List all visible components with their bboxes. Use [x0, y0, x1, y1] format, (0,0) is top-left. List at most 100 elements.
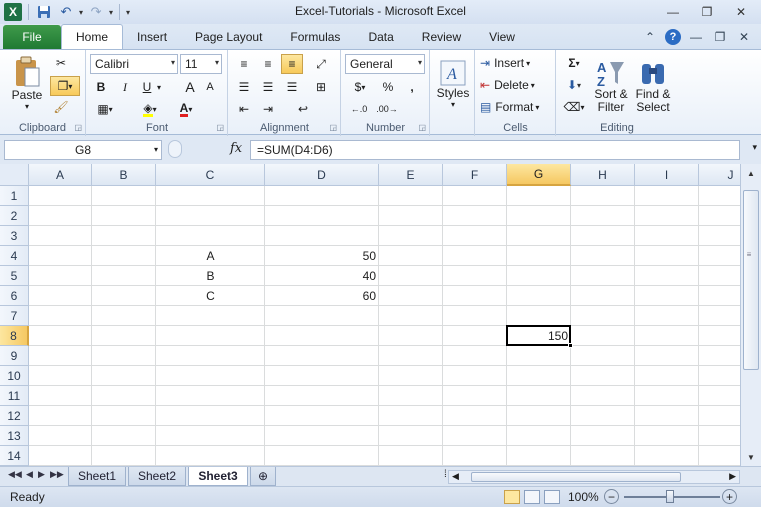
row-header-13[interactable]: 13: [0, 426, 29, 446]
tab-insert[interactable]: Insert: [123, 25, 181, 49]
save-icon[interactable]: [35, 3, 53, 21]
font-launcher-icon[interactable]: ◲: [216, 123, 224, 132]
cell-c6[interactable]: C: [156, 286, 265, 306]
styles-button[interactable]: A Styles ▾: [435, 54, 471, 114]
cell-d4[interactable]: 50: [265, 246, 379, 266]
column-header-c[interactable]: C: [156, 164, 265, 186]
column-header-d[interactable]: D: [265, 164, 379, 186]
copy-button[interactable]: ❐ ▾: [50, 76, 80, 96]
column-header-j[interactable]: J: [699, 164, 740, 186]
sheet-tab-sheet2[interactable]: Sheet2: [128, 467, 186, 486]
vertical-scroll-thumb[interactable]: [743, 190, 759, 370]
redo-icon[interactable]: ↷: [87, 3, 105, 21]
tab-file[interactable]: File: [3, 25, 61, 49]
formula-input[interactable]: =SUM(D4:D6): [250, 140, 740, 160]
column-header-i[interactable]: I: [635, 164, 699, 186]
normal-view-icon[interactable]: [504, 490, 520, 504]
row-header-5[interactable]: 5: [0, 266, 29, 286]
tab-split-handle[interactable]: ⁞: [444, 469, 447, 480]
merge-center-icon[interactable]: ⊞: [307, 78, 335, 96]
cell-d5[interactable]: 40: [265, 266, 379, 286]
autosum-button[interactable]: Σ ▾: [561, 54, 587, 72]
row-header-6[interactable]: 6: [0, 286, 29, 306]
wrap-text-icon[interactable]: ↩: [289, 100, 317, 118]
insert-worksheet-icon[interactable]: ⊕: [250, 467, 276, 486]
column-header-f[interactable]: F: [443, 164, 507, 186]
sheet-tab-sheet1[interactable]: Sheet1: [68, 467, 126, 486]
number-format-dropdown-icon[interactable]: ▾: [418, 58, 422, 67]
decrease-indent-icon[interactable]: ⇤: [233, 100, 255, 118]
font-size-combo[interactable]: 11 ▾: [180, 54, 222, 74]
paste-button[interactable]: Paste ▾: [6, 54, 48, 112]
tab-review[interactable]: Review: [408, 25, 475, 49]
column-header-a[interactable]: A: [29, 164, 92, 186]
page-layout-view-icon[interactable]: [524, 490, 540, 504]
row-header-9[interactable]: 9: [0, 346, 29, 366]
font-color-button[interactable]: A ▾: [171, 100, 201, 118]
first-sheet-icon[interactable]: ◀◀: [8, 469, 22, 480]
clear-button[interactable]: ⌫ ▾: [561, 98, 587, 116]
scroll-down-icon[interactable]: ▼: [744, 450, 758, 464]
align-left-icon[interactable]: ☰: [233, 78, 255, 96]
row-header-11[interactable]: 11: [0, 386, 29, 406]
minimize-button[interactable]: —: [659, 2, 687, 22]
alignment-launcher-icon[interactable]: ◲: [329, 123, 337, 132]
currency-button[interactable]: $ ▾: [346, 78, 374, 96]
font-size-dropdown-icon[interactable]: ▾: [215, 58, 219, 67]
customize-qat-icon[interactable]: ▾: [126, 8, 130, 17]
decrease-decimal-icon[interactable]: .00→: [374, 100, 400, 118]
cell-c4[interactable]: A: [156, 246, 265, 266]
insert-cells-button[interactable]: ⇥ Insert ▾: [480, 54, 552, 72]
tab-view[interactable]: View: [475, 25, 529, 49]
column-header-b[interactable]: B: [92, 164, 156, 186]
font-name-combo[interactable]: Calibri ▾: [90, 54, 178, 74]
align-bottom-icon[interactable]: ≡: [281, 54, 303, 74]
format-cells-button[interactable]: ▤ Format ▾: [480, 98, 552, 116]
tab-home[interactable]: Home: [61, 24, 124, 49]
fill-color-button[interactable]: ◈ ▾: [135, 100, 165, 118]
cell-c5[interactable]: B: [156, 266, 265, 286]
redo-dropdown-icon[interactable]: ▾: [109, 8, 113, 17]
find-select-button[interactable]: Find & Select: [633, 54, 673, 118]
row-header-8[interactable]: 8: [0, 326, 29, 346]
sheet-tab-sheet3[interactable]: Sheet3: [188, 467, 248, 486]
minimize-ribbon-icon[interactable]: ⌃: [641, 30, 659, 44]
sort-filter-button[interactable]: AZ Sort & Filter: [591, 54, 631, 118]
insert-function-icon[interactable]: fx: [230, 141, 242, 156]
shrink-font-button[interactable]: A: [201, 78, 219, 96]
fill-handle[interactable]: [568, 343, 573, 348]
last-sheet-icon[interactable]: ▶▶: [50, 469, 64, 480]
row-header-1[interactable]: 1: [0, 186, 29, 206]
increase-indent-icon[interactable]: ⇥: [257, 100, 279, 118]
row-header-2[interactable]: 2: [0, 206, 29, 226]
format-painter-icon[interactable]: 🖌: [52, 98, 70, 116]
select-all-button[interactable]: [0, 164, 29, 186]
zoom-level[interactable]: 100%: [568, 490, 599, 504]
horizontal-scroll-thumb[interactable]: [471, 472, 681, 482]
restore-button[interactable]: ❐: [693, 2, 721, 22]
tab-page-layout[interactable]: Page Layout: [181, 25, 276, 49]
workbook-minimize-icon[interactable]: —: [687, 30, 705, 44]
underline-dropdown-icon[interactable]: ▾: [155, 80, 163, 94]
align-right-icon[interactable]: ☰: [281, 78, 303, 96]
formula-bar-handle[interactable]: [168, 140, 182, 158]
row-header-12[interactable]: 12: [0, 406, 29, 426]
number-launcher-icon[interactable]: ◲: [418, 123, 426, 132]
row-header-7[interactable]: 7: [0, 306, 29, 326]
name-box-dropdown-icon[interactable]: ▾: [154, 145, 158, 154]
increase-decimal-icon[interactable]: ←.0: [346, 100, 372, 118]
scroll-up-icon[interactable]: ▲: [744, 166, 758, 180]
fill-button[interactable]: ⬇ ▾: [561, 76, 587, 94]
page-break-view-icon[interactable]: [544, 490, 560, 504]
column-header-h[interactable]: H: [571, 164, 635, 186]
zoom-out-icon[interactable]: −: [604, 489, 619, 504]
excel-logo-icon[interactable]: X: [4, 3, 22, 21]
comma-button[interactable]: ,: [402, 78, 422, 96]
name-box[interactable]: G8 ▾: [4, 140, 162, 160]
orientation-icon[interactable]: ⤢: [307, 54, 335, 74]
next-sheet-icon[interactable]: ▶: [38, 469, 45, 480]
undo-icon[interactable]: ↶: [57, 3, 75, 21]
column-header-e[interactable]: E: [379, 164, 443, 186]
row-header-3[interactable]: 3: [0, 226, 29, 246]
grow-font-button[interactable]: A: [181, 78, 199, 96]
